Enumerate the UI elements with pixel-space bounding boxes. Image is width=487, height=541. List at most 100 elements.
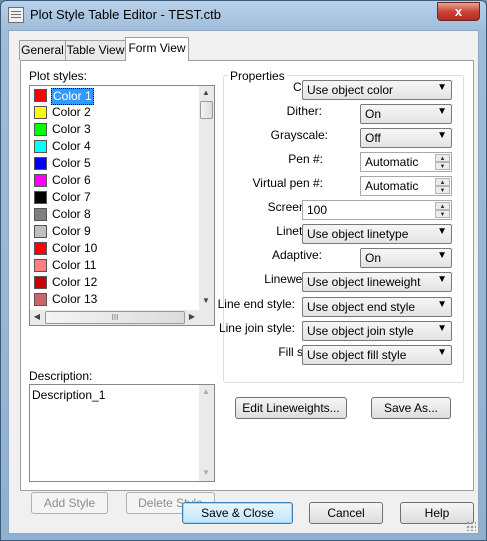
plot-styles-label: Plot styles:: [29, 69, 88, 83]
list-item-label: Color 12: [52, 275, 98, 289]
dither-dropdown[interactable]: On ▼: [360, 104, 452, 124]
list-item-label: Color 1: [51, 88, 94, 105]
scroll-left-icon[interactable]: ◀: [30, 310, 44, 324]
list-item-label: Color 9: [52, 224, 91, 238]
line-end-style-label: Line end style:: [217, 297, 295, 311]
adaptive-dropdown[interactable]: On ▼: [360, 248, 452, 268]
fill-style-value: Use object fill style: [307, 348, 407, 362]
list-item[interactable]: Color 7: [31, 189, 201, 206]
chevron-down-icon: ▼: [437, 106, 447, 117]
save-and-close-button[interactable]: Save & Close: [182, 502, 293, 524]
pen-label: Pen #:: [288, 152, 323, 166]
hscroll-thumb[interactable]: III: [45, 311, 185, 324]
dialog-body: General Table View Form View Plot styles…: [8, 30, 479, 534]
plot-styles-vscrollbar[interactable]: ▲ ▼: [199, 86, 214, 310]
chevron-down-icon: ▼: [437, 274, 447, 285]
pen-number-field[interactable]: Automatic ▲ ▼: [360, 152, 452, 172]
list-item-label: Color 11: [52, 258, 97, 272]
help-button[interactable]: Help: [400, 502, 474, 524]
chevron-down-icon: ▼: [437, 130, 447, 141]
spin-up-icon[interactable]: ▲: [435, 178, 450, 186]
adaptive-label: Adaptive:: [271, 248, 322, 262]
description-textarea[interactable]: Description_1 ▲ ▼: [29, 384, 215, 482]
line-end-style-dropdown[interactable]: Use object end style ▼: [302, 297, 452, 317]
grayscale-dropdown[interactable]: Off ▼: [360, 128, 452, 148]
list-item[interactable]: Color 9: [31, 223, 201, 240]
spin-up-icon[interactable]: ▲: [435, 154, 450, 162]
chevron-down-icon: ▼: [437, 347, 447, 358]
linetype-value: Use object linetype: [307, 227, 409, 241]
list-item[interactable]: Color 2: [31, 104, 201, 121]
color-swatch: [34, 89, 47, 102]
list-item-label: Color 13: [52, 292, 98, 306]
description-vscrollbar[interactable]: ▲ ▼: [199, 385, 214, 481]
dither-label: Dither:: [286, 104, 322, 118]
scroll-up-icon[interactable]: ▲: [199, 86, 213, 100]
list-item-label: Color 4: [52, 139, 91, 153]
line-join-style-label: Line join style:: [218, 321, 295, 335]
chevron-down-icon: ▼: [437, 82, 447, 93]
close-icon: x: [454, 4, 463, 19]
list-item[interactable]: Color 1: [31, 87, 201, 105]
color-swatch: [34, 208, 47, 221]
color-value: Use object color: [307, 83, 394, 97]
list-item[interactable]: Color 4: [31, 138, 201, 155]
list-item[interactable]: Color 8: [31, 206, 201, 223]
title-bar[interactable]: Plot Style Table Editor - TEST.ctb x: [1, 1, 486, 29]
desc-scroll-up-icon[interactable]: ▲: [199, 385, 213, 399]
virtual-pen-value: Automatic: [365, 179, 419, 193]
list-item[interactable]: Color 6: [31, 172, 201, 189]
tab-table-view[interactable]: Table View: [65, 40, 126, 60]
list-item[interactable]: Color 12: [31, 274, 201, 291]
dither-value: On: [365, 107, 382, 121]
chevron-down-icon: ▼: [437, 299, 447, 310]
resize-grip-icon[interactable]: [466, 521, 476, 531]
list-item-label: Color 6: [52, 173, 91, 187]
list-item-label: Color 2: [52, 105, 91, 119]
list-item[interactable]: Color 5: [31, 155, 201, 172]
virtual-pen-field[interactable]: Automatic ▲ ▼: [360, 176, 452, 196]
color-swatch: [34, 174, 47, 187]
color-swatch: [34, 123, 47, 136]
tab-general[interactable]: General: [19, 40, 66, 60]
vscroll-thumb[interactable]: [200, 101, 213, 119]
color-swatch: [34, 191, 47, 204]
scroll-down-icon[interactable]: ▼: [199, 294, 213, 308]
color-dropdown[interactable]: Use object color ▼: [302, 80, 452, 100]
color-swatch: [34, 225, 47, 238]
spin-down-icon[interactable]: ▼: [435, 162, 450, 170]
line-join-style-value: Use object join style: [307, 324, 414, 338]
edit-lineweights-button[interactable]: Edit Lineweights...: [235, 397, 347, 419]
spin-down-icon[interactable]: ▼: [435, 186, 450, 194]
save-as-button[interactable]: Save As...: [371, 397, 451, 419]
list-item[interactable]: Color 3: [31, 121, 201, 138]
list-item-label: Color 3: [52, 122, 91, 136]
screening-field[interactable]: 100 ▲ ▼: [302, 200, 452, 220]
list-item-label: Color 7: [52, 190, 91, 204]
lineweight-value: Use object lineweight: [307, 275, 421, 289]
linetype-dropdown[interactable]: Use object linetype ▼: [302, 224, 452, 244]
chevron-down-icon: ▼: [437, 323, 447, 334]
close-button[interactable]: x: [437, 2, 480, 21]
list-item[interactable]: Color 13: [31, 291, 201, 308]
add-style-button[interactable]: Add Style: [31, 492, 108, 514]
pen-value: Automatic: [365, 155, 419, 169]
list-item[interactable]: Color 11: [31, 257, 201, 274]
color-swatch: [34, 140, 47, 153]
plot-styles-hscrollbar[interactable]: ◀ III ▶: [30, 310, 199, 325]
tab-form-view[interactable]: Form View: [125, 37, 189, 61]
spin-down-icon[interactable]: ▼: [435, 210, 450, 218]
app-icon[interactable]: [8, 7, 24, 23]
scroll-right-icon[interactable]: ▶: [185, 310, 199, 324]
line-join-style-dropdown[interactable]: Use object join style ▼: [302, 321, 452, 341]
spin-up-icon[interactable]: ▲: [435, 202, 450, 210]
virtual-pen-label: Virtual pen #:: [252, 176, 324, 190]
lineweight-dropdown[interactable]: Use object lineweight ▼: [302, 272, 452, 292]
color-swatch: [34, 242, 47, 255]
fill-style-dropdown[interactable]: Use object fill style ▼: [302, 345, 452, 365]
cancel-button[interactable]: Cancel: [309, 502, 383, 524]
plot-style-table-editor-window: Plot Style Table Editor - TEST.ctb x Gen…: [0, 0, 487, 541]
desc-scroll-down-icon[interactable]: ▼: [199, 466, 213, 480]
list-item[interactable]: Color 10: [31, 240, 201, 257]
plot-styles-list[interactable]: Color 1 Color 2 Color 3 Color 4 Color 5 Color…: [29, 85, 215, 326]
